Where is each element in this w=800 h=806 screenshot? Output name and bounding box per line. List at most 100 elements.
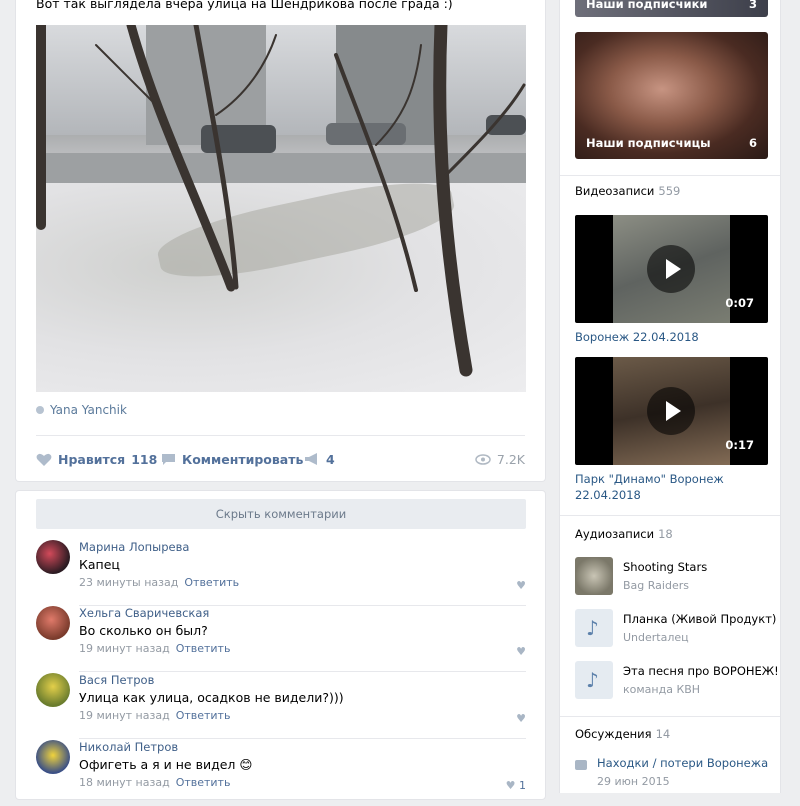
- heart-icon: [36, 453, 52, 466]
- divider: [36, 435, 525, 436]
- post: Вот так выглядела вчера улица на Шендрик…: [15, 0, 546, 482]
- videos-title: Видеозаписи: [575, 184, 655, 198]
- discussions-count: 14: [655, 727, 671, 741]
- comment-like[interactable]: ♥: [516, 645, 526, 658]
- views-counter: 7.2K: [475, 452, 525, 467]
- play-icon[interactable]: [647, 245, 695, 293]
- video-thumbnail[interactable]: 0:07: [575, 215, 768, 323]
- comment-item: Марина Лопырева Капец 23 минуты назад Отв…: [36, 540, 526, 606]
- avatar[interactable]: [36, 606, 70, 640]
- music-note-icon: ♪: [586, 668, 599, 692]
- comment-meta: 23 минуты назад Ответить: [79, 576, 239, 589]
- track-title: Shooting Stars: [623, 560, 708, 574]
- comment-author[interactable]: Вася Петров: [79, 673, 154, 687]
- audio-cover[interactable]: ♪: [575, 609, 613, 647]
- track-artist[interactable]: Undertaлец: [623, 631, 689, 644]
- audio-track[interactable]: ♪ Эта песня про ВОРОНЕЖ! команда КВН: [575, 661, 779, 701]
- album-subscribers-male[interactable]: Наши подписчики 3: [575, 0, 768, 17]
- post-actions: Нравится 118 Комментировать 4 7.2K: [36, 450, 525, 470]
- discussions-heading[interactable]: Обсуждения 14: [575, 727, 670, 741]
- avatar[interactable]: [36, 540, 70, 574]
- album-label: Наши подписчицы: [586, 136, 711, 150]
- divider: [79, 671, 526, 672]
- comment-like[interactable]: ♥ 1: [506, 779, 526, 792]
- megaphone-icon: [305, 453, 317, 465]
- comment-time[interactable]: 19 минут назад: [79, 642, 170, 655]
- comment-author[interactable]: Хельга Сваричевская: [79, 606, 209, 620]
- track-artist[interactable]: Bag Raiders: [623, 579, 689, 592]
- track-artist[interactable]: команда КВН: [623, 683, 700, 696]
- divider: [560, 716, 780, 717]
- discussion-title[interactable]: Находки / потери Воронежа: [597, 756, 768, 770]
- comment-like[interactable]: ♥: [516, 579, 526, 592]
- comment-time[interactable]: 23 минуты назад: [79, 576, 178, 589]
- like-button[interactable]: Нравится 118: [36, 452, 157, 467]
- eye-icon: [475, 454, 491, 465]
- avatar[interactable]: [36, 673, 70, 707]
- reply-link[interactable]: Ответить: [176, 776, 231, 789]
- audio-track[interactable]: Shooting Stars Bag Raiders: [575, 557, 775, 597]
- like-label: Нравится: [58, 452, 126, 467]
- post-text: Вот так выглядела вчера улица на Шендрик…: [36, 0, 453, 11]
- divider: [79, 738, 526, 739]
- comment-text: Капец: [79, 557, 120, 572]
- comment-author[interactable]: Николай Петров: [79, 740, 178, 754]
- album-count: 6: [748, 136, 757, 150]
- audio-heading[interactable]: Аудиозаписи 18: [575, 527, 673, 541]
- comment-item: Николай Петров Офигеть а я и не видел 😊 …: [36, 740, 526, 806]
- audio-title: Аудиозаписи: [575, 527, 655, 541]
- play-icon[interactable]: [647, 387, 695, 435]
- video-title[interactable]: Воронеж 22.04.2018: [575, 329, 770, 345]
- audio-cover[interactable]: ♪: [575, 661, 613, 699]
- views-count: 7.2K: [496, 452, 525, 467]
- post-photo[interactable]: [36, 25, 526, 392]
- discussion-date: 29 июн 2015: [597, 775, 670, 788]
- divider: [560, 515, 780, 516]
- comment-meta: 19 минут назад Ответить: [79, 709, 230, 722]
- like-count: 118: [131, 452, 158, 467]
- comment-button[interactable]: Комментировать: [161, 452, 303, 467]
- author-name: Yana Yanchik: [50, 403, 127, 417]
- heart-icon: ♥: [505, 779, 516, 792]
- comment-label: Комментировать: [182, 452, 304, 467]
- comment-author[interactable]: Марина Лопырева: [79, 540, 189, 554]
- track-title: Планка (Живой Продукт): [623, 612, 777, 626]
- comment-time[interactable]: 18 минут назад: [79, 776, 170, 789]
- audio-count: 18: [658, 527, 673, 541]
- track-title: Эта песня про ВОРОНЕЖ!: [623, 664, 779, 678]
- comment-time[interactable]: 19 минут назад: [79, 709, 170, 722]
- repost-button[interactable]: 4: [304, 452, 335, 467]
- divider: [560, 175, 780, 176]
- feed-column: Вот так выглядела вчера улица на Шендрик…: [15, 0, 546, 800]
- repost-count: 4: [326, 452, 335, 467]
- comment-like[interactable]: ♥: [516, 712, 526, 725]
- reply-link[interactable]: Ответить: [176, 709, 231, 722]
- comment-meta: 18 минут назад Ответить: [79, 776, 230, 789]
- comment-icon: [162, 454, 175, 465]
- comment-text: Офигеть а я и не видел 😊: [79, 757, 253, 772]
- audio-track[interactable]: ♪ Планка (Живой Продукт) Undertaлец: [575, 609, 777, 649]
- video-thumbnail[interactable]: 0:17: [575, 357, 768, 465]
- discussion-icon: [575, 760, 587, 770]
- heart-icon: ♥: [516, 712, 526, 725]
- album-count: 3: [748, 0, 757, 11]
- videos-heading[interactable]: Видеозаписи 559: [575, 184, 680, 198]
- album-subscribers-female[interactable]: Наши подписчицы 6: [575, 32, 768, 159]
- comment-text: Во сколько он был?: [79, 623, 208, 638]
- video-title[interactable]: Парк "Динамо" Воронеж 22.04.2018: [575, 471, 770, 503]
- videos-count: 559: [658, 184, 681, 198]
- heart-icon: ♥: [516, 579, 526, 592]
- reply-link[interactable]: Ответить: [184, 576, 239, 589]
- hide-comments-button[interactable]: Скрыть комментарии: [36, 499, 526, 529]
- reply-link[interactable]: Ответить: [176, 642, 231, 655]
- photo-trees: [36, 25, 526, 377]
- video-duration: 0:07: [725, 296, 754, 310]
- audio-cover[interactable]: [575, 557, 613, 595]
- avatar[interactable]: [36, 740, 70, 774]
- photo-author[interactable]: Yana Yanchik: [36, 403, 127, 417]
- discussions-title: Обсуждения: [575, 727, 652, 741]
- video-duration: 0:17: [725, 438, 754, 452]
- comment-item: Вася Петров Улица как улица, осадков не …: [36, 673, 526, 739]
- comments-section: Скрыть комментарии Марина Лопырева Капец…: [15, 490, 546, 800]
- comment-text: Улица как улица, осадков не видели?))): [79, 690, 344, 705]
